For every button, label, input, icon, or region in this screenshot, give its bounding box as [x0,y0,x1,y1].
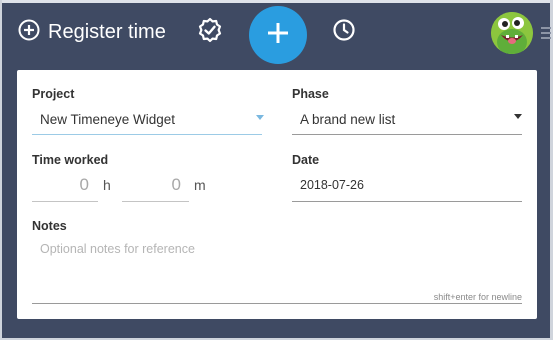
notes-placeholder: Optional notes for reference [40,242,195,256]
plus-icon [266,21,290,50]
date-underline [292,201,522,202]
register-time-form: Project New Timeneye Widget Phase A bran… [17,70,537,319]
phase-label: Phase [292,87,329,101]
notes-textarea[interactable]: Optional notes for reference shift+enter… [32,236,522,304]
minutes-underline [122,201,189,202]
date-value: 2018-07-26 [300,178,364,192]
check-badge-icon [197,17,223,48]
add-time-entry-button[interactable] [249,6,307,64]
time-worked-label: Time worked [32,153,109,167]
phase-underline [292,134,522,135]
clock-icon [332,18,356,47]
project-select[interactable]: New Timeneye Widget [32,106,264,136]
hours-placeholder: 0 [79,175,89,194]
register-time-label: Register time [48,20,166,43]
plus-circle-icon [18,19,40,46]
chevron-down-icon [256,115,264,120]
chevron-down-icon [514,114,522,119]
minutes-input[interactable]: 0 [122,170,189,202]
minutes-unit: m [194,177,206,193]
notes-underline [32,303,522,304]
hours-unit: h [103,177,111,193]
history-button[interactable] [331,18,357,47]
project-underline [32,134,262,135]
menu-handle-icon[interactable] [541,27,551,39]
date-label: Date [292,153,320,167]
project-label: Project [32,87,75,101]
date-input[interactable]: 2018-07-26 [292,170,522,202]
approve-button[interactable] [197,17,223,48]
newline-hint: shift+enter for newline [433,292,522,302]
header-bar: Register time [0,3,553,64]
notes-label: Notes [32,219,67,233]
user-avatar[interactable] [491,12,533,54]
phase-value: A brand new list [300,112,396,127]
hours-underline [32,201,98,202]
register-time-button[interactable]: Register time [18,19,166,45]
hours-input[interactable]: 0 [32,170,98,202]
phase-select[interactable]: A brand new list [292,106,522,136]
project-value: New Timeneye Widget [40,112,176,127]
minutes-placeholder: 0 [171,175,181,194]
